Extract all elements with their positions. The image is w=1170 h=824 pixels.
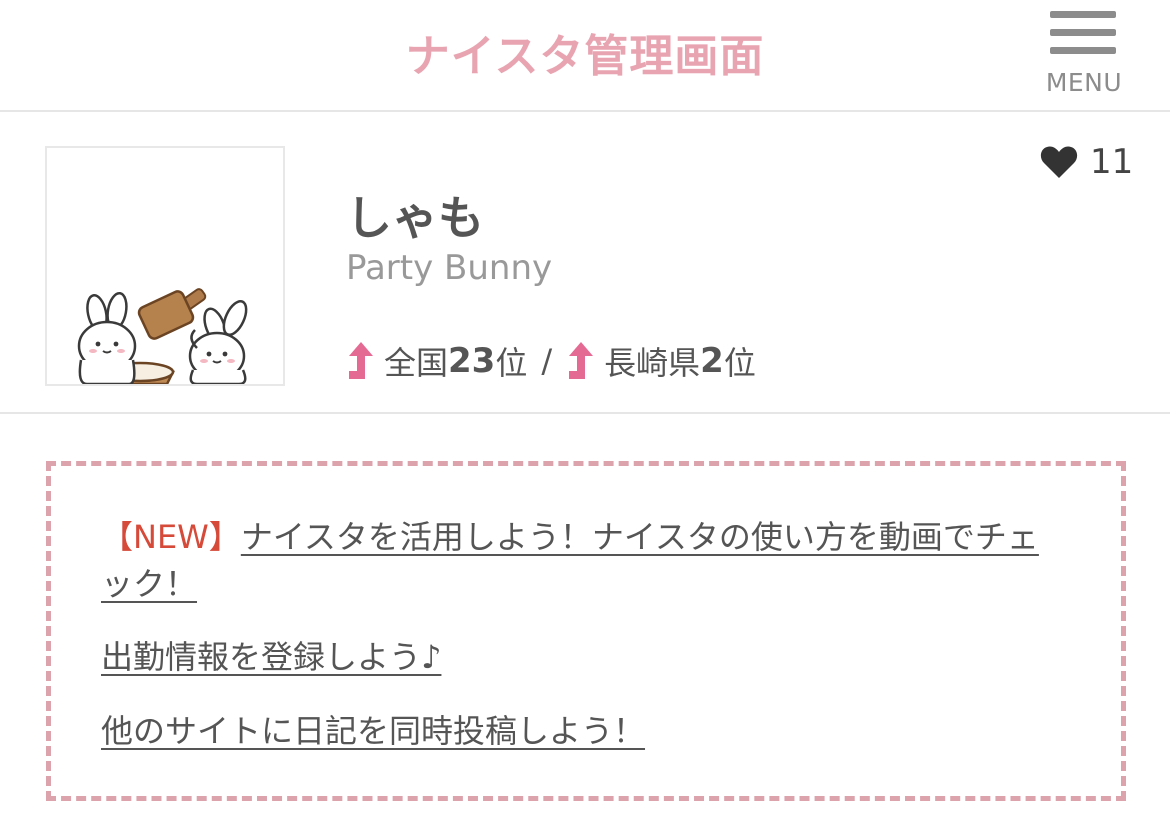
menu-button[interactable]: MENU (1036, 8, 1132, 104)
page-title: ナイスタ管理画面 (405, 31, 765, 82)
ranking-info: 全国 23 位 / 長崎県 2 位 (346, 336, 756, 386)
avatar[interactable] (45, 146, 285, 386)
profile-card: 11 しゃも Party Bunny 全国 23 位 / 長崎県 2 位 (0, 112, 1170, 414)
rank-prefecture-value: 2 (700, 341, 724, 381)
notice-item-diary: 他のサイトに日記を同時投稿しよう！ (101, 708, 1051, 755)
rank-national-value: 23 (448, 341, 496, 381)
notice-link-diary[interactable]: 他のサイトに日記を同時投稿しよう！ (101, 712, 645, 750)
rank-prefecture-suffix: 位 (723, 344, 756, 382)
avatar-bunny-illustration (77, 288, 248, 384)
rank-separator: / (541, 342, 553, 380)
rank-up-arrow-icon (349, 342, 373, 379)
rank-national-suffix: 位 (495, 344, 528, 382)
like-count: 11 (1090, 142, 1134, 182)
profile-name: しゃも (346, 191, 484, 245)
notice-link-video[interactable]: ナイスタを活用しよう！ナイスタの使い方を動画でチェック！ (101, 518, 1039, 603)
notice-box: 【NEW】ナイスタを活用しよう！ナイスタの使い方を動画でチェック！ 出勤情報を登… (46, 461, 1126, 801)
rank-prefecture-label: 長崎県 (604, 344, 701, 382)
app-header: ナイスタ管理画面 MENU (0, 0, 1170, 112)
shop-name: Party Bunny (346, 248, 553, 288)
notice-item-video: 【NEW】ナイスタを活用しよう！ナイスタの使い方を動画でチェック！ (101, 514, 1051, 608)
heart-icon (1040, 146, 1078, 178)
notice-link-attendance[interactable]: 出勤情報を登録しよう♪ (101, 638, 441, 676)
notice-item-attendance: 出勤情報を登録しよう♪ (101, 634, 1051, 681)
new-badge: 【NEW】 (101, 518, 241, 556)
like-counter[interactable]: 11 (1040, 140, 1133, 184)
rank-national-label: 全国 (384, 344, 449, 382)
menu-label: MENU (1045, 68, 1123, 97)
rank-up-arrow-icon (569, 342, 594, 379)
